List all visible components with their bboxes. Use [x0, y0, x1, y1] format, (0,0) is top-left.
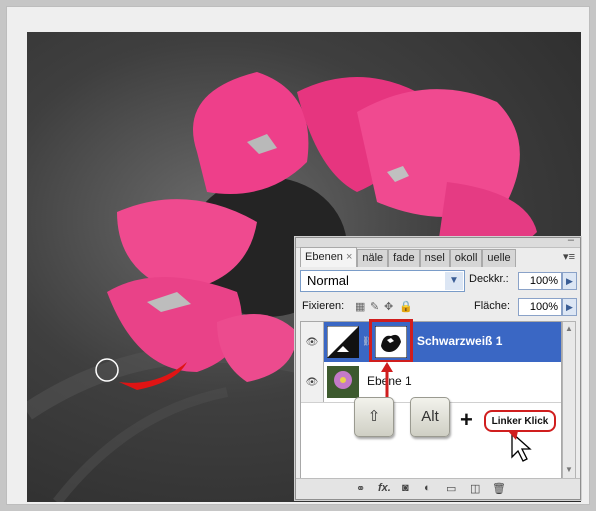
panel-menu-icon[interactable]: ▾≡	[563, 250, 575, 263]
new-layer-icon[interactable]: ◫	[470, 482, 480, 495]
blend-mode-select[interactable]: Normal ▼	[300, 270, 465, 292]
mask-thumbnail[interactable]	[375, 326, 407, 358]
fill-input[interactable]: 100%	[518, 298, 562, 316]
adjustment-layer-icon[interactable]: ◐	[424, 482, 431, 494]
fx-icon[interactable]: fx.	[378, 482, 391, 494]
tab-quelle[interactable]: uelle	[482, 249, 516, 267]
eye-icon[interactable]: 👁	[301, 322, 324, 362]
lock-label: Fixieren:	[302, 300, 345, 312]
lock-transparency-icon[interactable]: ▦	[355, 300, 365, 313]
group-icon[interactable]: ▭	[446, 482, 456, 495]
shift-key: ⇧	[354, 397, 394, 437]
scroll-up-icon[interactable]: ▲	[563, 324, 575, 336]
opacity-arrow-icon[interactable]: ▶	[562, 272, 577, 290]
screenshot-frame: – Ebenen × näle fade nsel okoll uelle ▾≡ …	[6, 6, 590, 505]
plus-sign: +	[460, 407, 473, 432]
tab-pfade[interactable]: fade	[388, 249, 420, 267]
alt-key: Alt	[410, 397, 450, 437]
eye-icon[interactable]: 👁	[301, 362, 324, 402]
badge-tail	[508, 431, 518, 440]
opacity-input[interactable]: 100%	[518, 272, 562, 290]
adjustment-thumbnail[interactable]	[327, 326, 359, 358]
fill-label: Fläche:	[474, 300, 511, 312]
tab-protokoll[interactable]: okoll	[449, 249, 483, 267]
trash-icon[interactable]: 🗑	[492, 482, 506, 495]
panel-bottom-bar: ⚭ fx. ◙ ◐ ▭ ◫ 🗑	[296, 478, 580, 499]
left-click-badge: Linker Klick	[484, 410, 556, 432]
tab-pinsel[interactable]: nsel	[419, 249, 450, 267]
link-layers-icon[interactable]: ⚭	[356, 482, 365, 495]
fill-arrow-icon[interactable]: ▶	[562, 298, 577, 316]
tab-ebenen[interactable]: Ebenen ×	[300, 247, 358, 267]
tab-kanaele[interactable]: näle	[357, 249, 389, 267]
close-icon[interactable]: ×	[346, 251, 352, 263]
lock-brush-icon[interactable]: ✎	[370, 300, 379, 313]
lock-move-icon[interactable]: ✥	[384, 300, 393, 313]
layers-panel: – Ebenen × näle fade nsel okoll uelle ▾≡ …	[295, 234, 581, 500]
chevron-down-icon[interactable]: ▼	[445, 272, 463, 290]
layer-thumbnail[interactable]	[327, 366, 359, 398]
blend-row: Normal ▼ Deckkr.: 100% ▶	[300, 270, 577, 294]
lock-all-icon[interactable]: 🔒	[399, 300, 413, 313]
layer-row-schwarzweiss[interactable]: 👁 ⛓ Schwarzweiß 1	[301, 319, 561, 363]
layer-scrollbar[interactable]: ▲ ▼	[562, 321, 576, 480]
layer-name[interactable]: Schwarzweiß 1	[417, 334, 502, 348]
add-mask-icon[interactable]: ◙	[402, 482, 409, 494]
minimize-button[interactable]: –	[568, 234, 574, 246]
lock-row: Fixieren: ▦ ✎ ✥ 🔒 Fläche: 100% ▶	[300, 298, 577, 318]
scroll-down-icon[interactable]: ▼	[563, 465, 575, 477]
opacity-label: Deckkr.:	[469, 273, 509, 285]
panel-tabs: Ebenen × näle fade nsel okoll uelle	[300, 247, 558, 267]
